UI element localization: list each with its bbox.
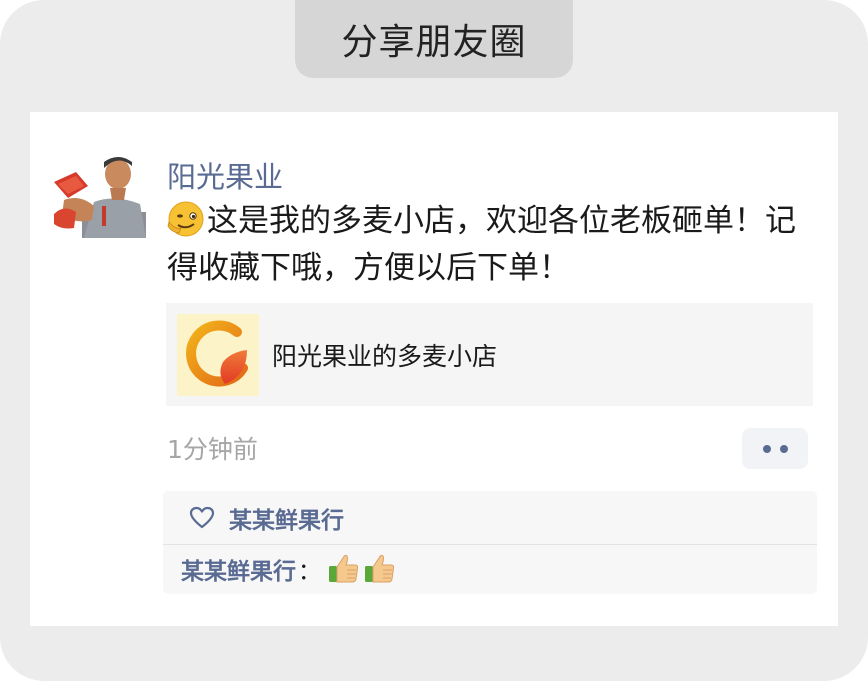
title-tab: 分享朋友圈 xyxy=(295,0,573,78)
heart-icon xyxy=(189,506,215,530)
share-moments-frame: 分享朋友圈 阳光果业 这是我的多麦小店，欢迎各位老板砸单！记得收藏下哦，方便以后… xyxy=(0,0,868,681)
comment-author[interactable]: 某某鲜果行 xyxy=(181,552,296,586)
more-dots-icon xyxy=(762,444,771,453)
avatar[interactable] xyxy=(54,154,146,238)
thumbs-up-icon xyxy=(327,552,361,586)
interactions-panel: 某某鲜果行 某某鲜果行 ： xyxy=(163,491,817,594)
like-user-name[interactable]: 某某鲜果行 xyxy=(229,491,344,544)
post-timestamp: 1分钟前 xyxy=(167,435,258,464)
post-text: 这是我的多麦小店，欢迎各位老板砸单！记得收藏下哦，方便以后下单！ xyxy=(167,198,807,292)
more-dots-icon xyxy=(779,444,788,453)
comment-row: 某某鲜果行 ： xyxy=(181,544,397,594)
comment-separator: ： xyxy=(298,559,321,585)
likes-row: 某某鲜果行 xyxy=(163,491,817,545)
post-text-content: 这是我的多麦小店，欢迎各位老板砸单！记得收藏下哦，方便以后下单！ xyxy=(167,203,796,286)
post-author-name[interactable]: 阳光果业 xyxy=(167,154,283,196)
store-logo-icon xyxy=(177,314,259,396)
shared-link-card[interactable]: 阳光果业的多麦小店 xyxy=(166,303,813,406)
thumbs-up-icon xyxy=(363,552,397,586)
wink-face-icon xyxy=(167,200,205,238)
avatar-image-icon xyxy=(54,154,146,238)
more-options-button[interactable] xyxy=(742,428,808,469)
link-card-title: 阳光果业的多麦小店 xyxy=(272,341,498,371)
page-title: 分享朋友圈 xyxy=(341,22,527,63)
moment-post-card: 阳光果业 这是我的多麦小店，欢迎各位老板砸单！记得收藏下哦，方便以后下单！ 阳光… xyxy=(30,112,838,626)
